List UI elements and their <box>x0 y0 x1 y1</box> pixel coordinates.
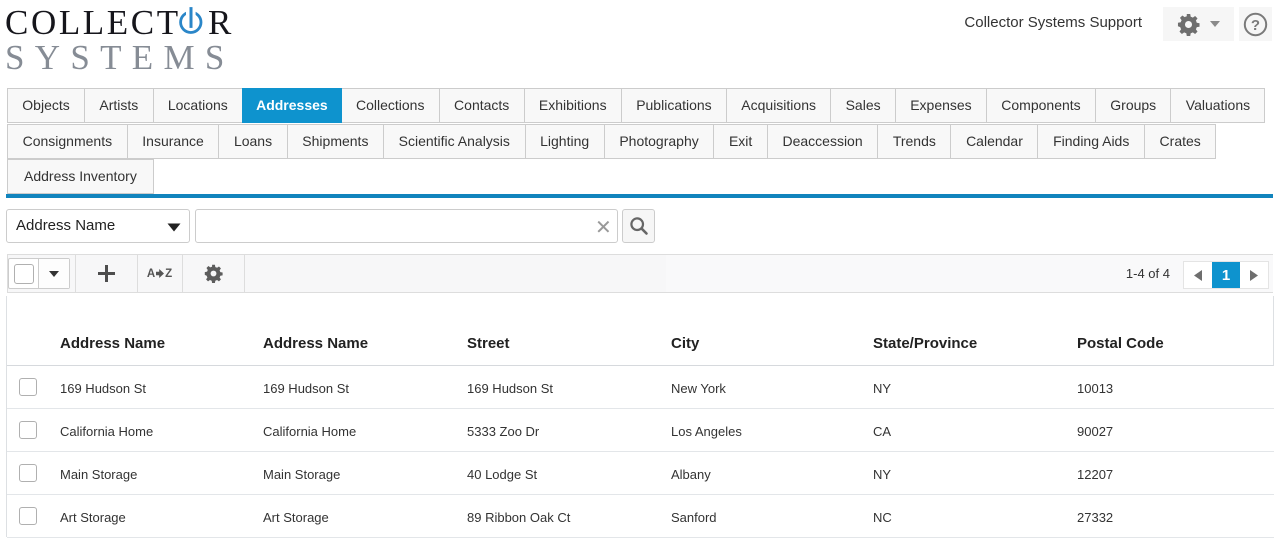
svg-text:?: ? <box>1251 17 1260 34</box>
